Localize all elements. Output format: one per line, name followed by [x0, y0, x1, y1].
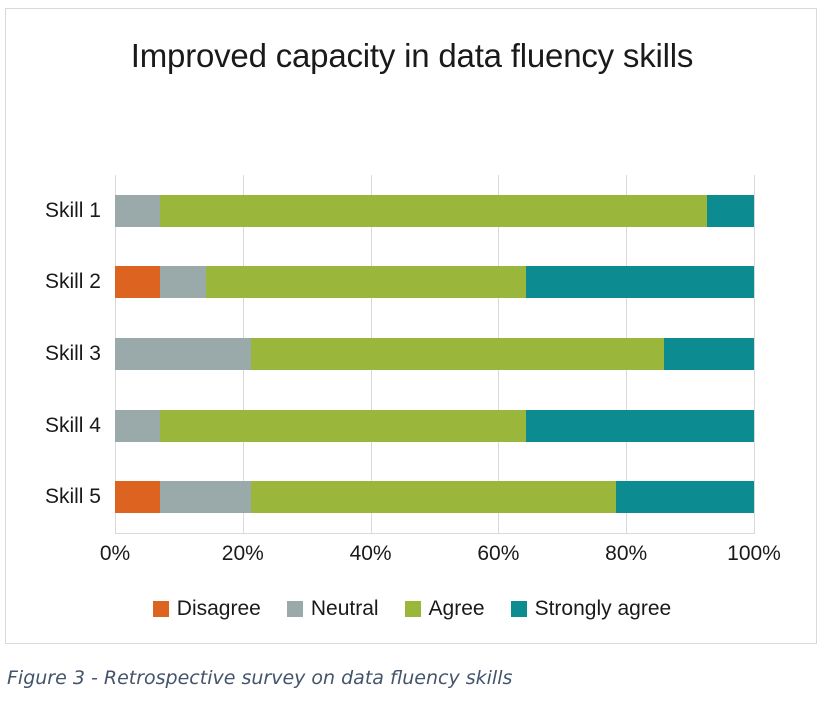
- bar-row: Skill 5: [45, 481, 754, 514]
- figure-caption: Figure 3 - Retrospective survey on data …: [7, 667, 513, 689]
- legend-label: Neutral: [310, 597, 379, 620]
- legend-item[interactable]: Disagree: [152, 597, 261, 621]
- bar-segment: [159, 266, 206, 299]
- legend-swatch-icon: [404, 601, 421, 617]
- x-axis-line: [115, 533, 755, 534]
- bar-row: Skill 4: [45, 409, 754, 442]
- legend-item[interactable]: Agree: [404, 597, 485, 621]
- x-tick-label: 100%: [727, 542, 781, 565]
- legend-label: Agree: [428, 597, 485, 620]
- legend-swatch-icon: [286, 601, 303, 617]
- x-tick-label: 80%: [605, 542, 648, 565]
- legend-label: Strongly agree: [534, 597, 672, 620]
- figure-page: Improved capacity in data fluency skills…: [0, 0, 824, 711]
- bar-segment: [525, 266, 754, 299]
- bar-segment: [205, 266, 526, 299]
- y-axis-category-label: Skill 2: [44, 270, 101, 294]
- plot-wrapper: Skill 1 Skill 2 Skill 3 Skill 4 Skill 5 0% 20…: [6, 9, 818, 645]
- y-axis-category-label: Skill 4: [44, 413, 101, 437]
- bar-segment: [159, 194, 707, 227]
- x-tick-label: 20%: [221, 542, 264, 565]
- bar-row: Skill 1: [45, 194, 754, 227]
- bar-segment: [115, 194, 160, 227]
- bar-segment: [615, 481, 754, 514]
- gridline-100%: [754, 175, 755, 533]
- x-tick-label: 0%: [99, 542, 131, 565]
- bar-row: Skill 3: [45, 338, 754, 370]
- y-axis-category-label: Skill 1: [44, 198, 101, 222]
- x-tick-label: 40%: [349, 542, 392, 565]
- bar-segment: [159, 409, 526, 442]
- chart-legend: Disagree Neutral Agree Strongly agree: [6, 597, 818, 621]
- bar-rows: Skill 1 Skill 2 Skill 3 Skill 4 Skill 5: [45, 175, 754, 533]
- chart-frame: Improved capacity in data fluency skills…: [5, 8, 817, 644]
- legend-item[interactable]: Neutral: [286, 597, 379, 621]
- legend-item[interactable]: Strongly agree: [510, 597, 672, 621]
- legend-swatch-icon: [152, 601, 169, 617]
- y-axis-category-label: Skill 5: [44, 485, 101, 509]
- y-axis-category-label: Skill 3: [44, 342, 101, 365]
- bar-segment: [663, 338, 754, 370]
- bar-segment: [115, 338, 252, 370]
- bar-segment: [115, 266, 160, 299]
- bar-segment: [159, 481, 252, 514]
- bar-segment: [251, 338, 664, 370]
- bar-segment: [706, 194, 754, 227]
- bar-segment: [115, 481, 160, 514]
- bar-segment: [525, 409, 754, 442]
- bar-row: Skill 2: [45, 266, 754, 299]
- legend-label: Disagree: [176, 597, 261, 620]
- legend-swatch-icon: [510, 601, 527, 617]
- bar-segment: [251, 481, 616, 514]
- bar-segment: [115, 409, 160, 442]
- plot-area: Skill 1 Skill 2 Skill 3 Skill 4 Skill 5: [45, 175, 755, 533]
- x-tick-label: 60%: [477, 542, 520, 565]
